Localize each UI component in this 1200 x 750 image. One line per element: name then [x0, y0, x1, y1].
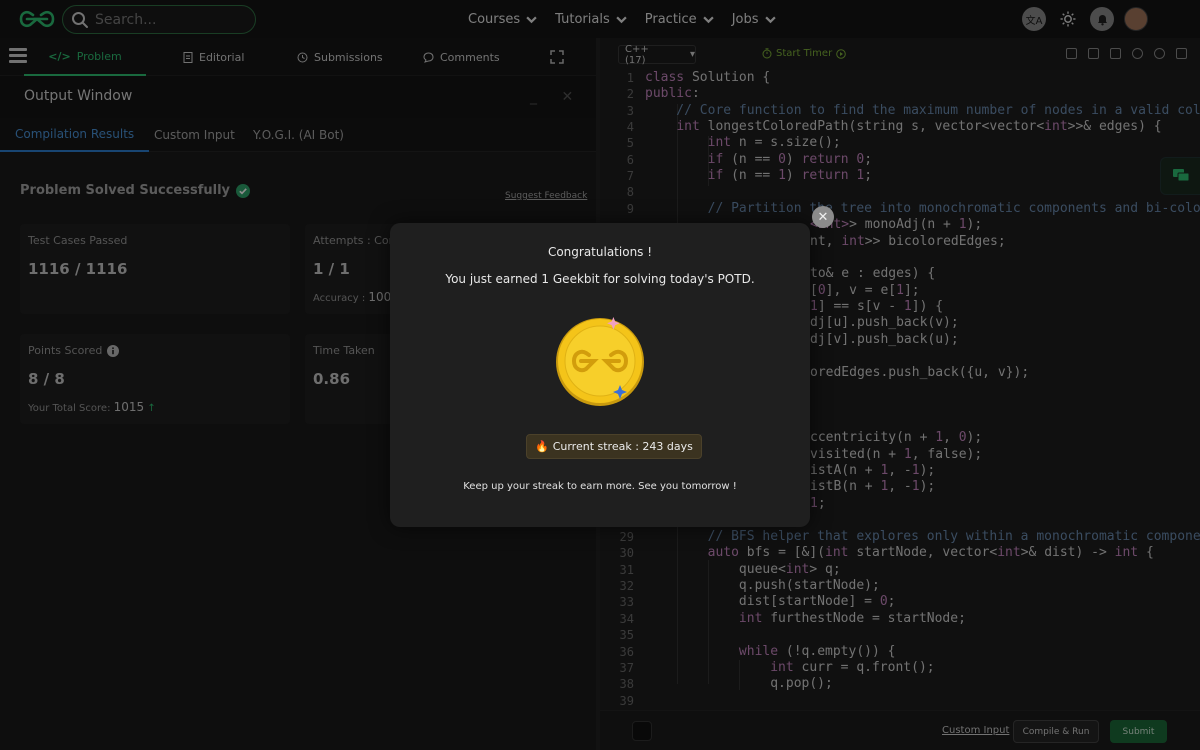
modal-message: You just earned 1 Geekbit for solving to… [445, 272, 755, 286]
streak-badge: 🔥 Current streak : 243 days [526, 434, 702, 459]
fire-icon: 🔥 [535, 440, 549, 453]
close-icon[interactable]: ✕ [812, 206, 834, 228]
geekbit-congrats-modal: Congratulations ! You just earned 1 Geek… [390, 223, 810, 527]
streak-text: Current streak : 243 days [552, 440, 693, 453]
modal-title: Congratulations ! [547, 245, 653, 259]
modal-footer-text: Keep up your streak to earn more. See yo… [463, 481, 737, 492]
geekbit-coin-icon [556, 317, 644, 406]
